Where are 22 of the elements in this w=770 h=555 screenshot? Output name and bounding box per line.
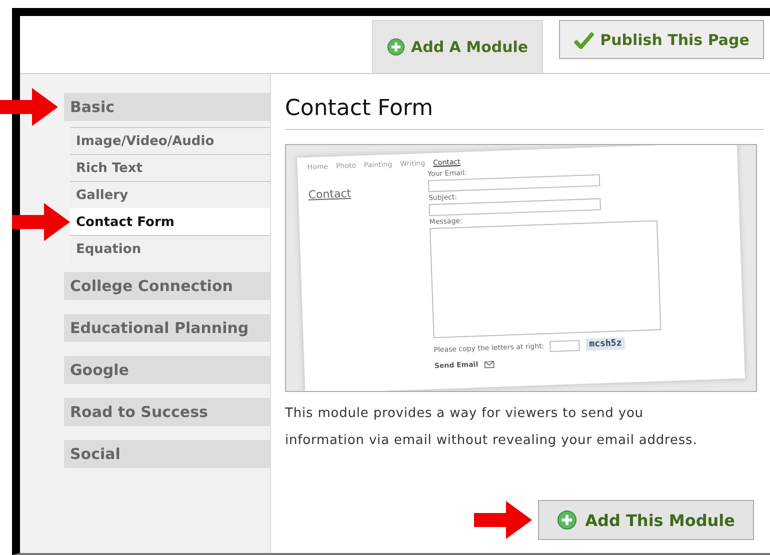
tab[interactable]: Publish This Page	[559, 20, 764, 59]
envelope-icon	[484, 360, 494, 368]
plus-icon	[387, 38, 405, 56]
sidebar-category[interactable]: College Connection	[64, 272, 270, 300]
sidebar-item[interactable]: Contact Form	[70, 208, 270, 236]
add-module-button[interactable]: Add This Module	[538, 500, 754, 540]
arrow-icon	[474, 501, 532, 539]
sidebar-category[interactable]: Road to Success	[64, 398, 270, 426]
plus-icon	[557, 510, 578, 530]
sidebar-category[interactable]: Educational Planning	[64, 314, 270, 342]
module-title: Contact Form	[285, 96, 764, 130]
captcha-image: mcsh5z	[586, 337, 625, 351]
sidebar-category[interactable]: Social	[64, 440, 270, 468]
arrow-icon	[12, 202, 70, 240]
page-heading: Contact	[308, 186, 352, 204]
captcha-field	[550, 339, 580, 352]
check-icon	[574, 30, 594, 48]
sidebar-category[interactable]: Basic	[64, 93, 270, 121]
tab[interactable]: Add A Module	[372, 20, 544, 73]
sidebar-category[interactable]: Google	[64, 356, 270, 384]
arrow-icon	[0, 88, 58, 126]
module-description: This module provides a way for viewers to send you information via email without revealing your email address.	[285, 405, 698, 450]
